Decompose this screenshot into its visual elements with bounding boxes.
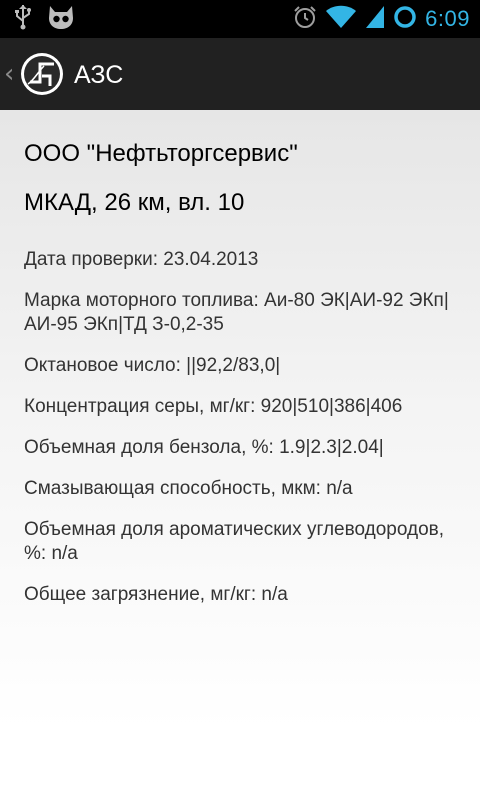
status-bar: 6:09 xyxy=(0,0,480,38)
page-title: АЗС xyxy=(74,61,124,89)
station-details: ООО "Нефтьторгсервис" МКАД, 26 км, вл. 1… xyxy=(0,110,480,800)
detail-benzene-fraction: Объемная доля бензола, %: 1.9|2.3|2.04| xyxy=(24,437,384,458)
detail-octane-number: Октановое число: ||92,2/83,0| xyxy=(24,355,281,376)
app-logo-icon xyxy=(20,52,64,96)
wifi-icon xyxy=(325,5,357,34)
station-address: МКАД, 26 км, вл. 10 xyxy=(24,189,245,216)
detail-check-date: Дата проверки: 23.04.2013 xyxy=(24,249,259,270)
android-debug-icon xyxy=(46,4,76,35)
station-name: ООО "Нефтьторгсервис" xyxy=(24,140,298,167)
detail-list: Дата проверки: 23.04.2013 Марка моторног… xyxy=(24,248,464,624)
usb-icon xyxy=(14,4,32,35)
battery-icon xyxy=(393,5,417,34)
detail-total-contamination: Общее загрязнение, мг/кг: n/a xyxy=(24,584,288,605)
chevron-left-icon: ‹ xyxy=(4,59,15,89)
notification-icons xyxy=(14,4,76,34)
alarm-icon xyxy=(293,5,317,34)
detail-aromatic-fraction: Объемная доля ароматических углеводородо… xyxy=(24,519,445,564)
system-icons: 6:09 xyxy=(293,4,470,34)
detail-sulfur-concentration: Концентрация серы, мг/кг: 920|510|386|40… xyxy=(24,396,403,417)
up-button[interactable]: ‹ xyxy=(0,38,68,110)
clock: 6:09 xyxy=(425,6,470,31)
signal-icon xyxy=(365,5,385,34)
detail-lubricity: Смазывающая способность, мкм: n/a xyxy=(24,478,353,499)
action-bar: ‹ АЗС xyxy=(0,38,480,110)
detail-fuel-grade: Марка моторного топлива: Аи-80 ЭК|АИ-92 … xyxy=(24,290,449,335)
